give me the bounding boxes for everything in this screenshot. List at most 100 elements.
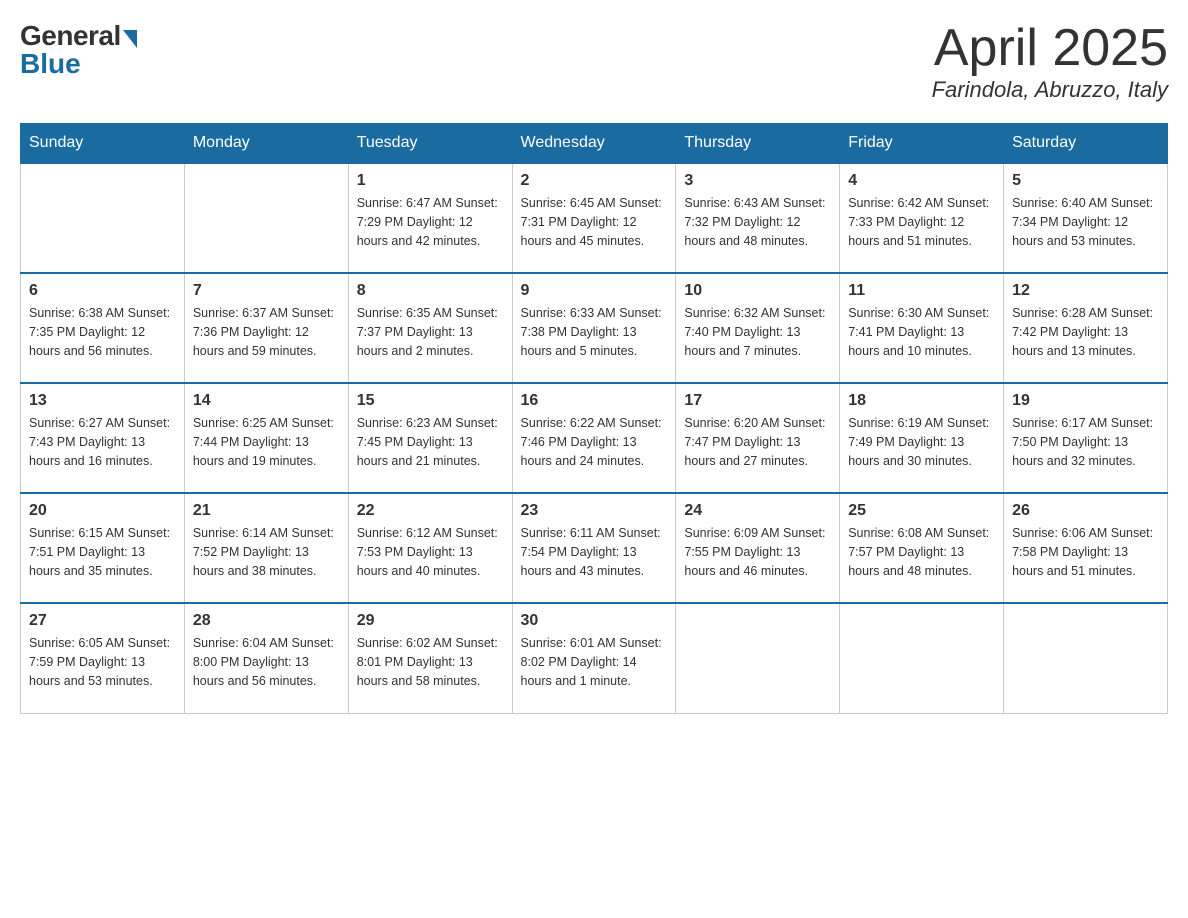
- location-title: Farindola, Abruzzo, Italy: [932, 77, 1168, 103]
- calendar-table: SundayMondayTuesdayWednesdayThursdayFrid…: [20, 123, 1168, 714]
- day-number: 11: [848, 282, 995, 300]
- day-info: Sunrise: 6:12 AM Sunset: 7:53 PM Dayligh…: [357, 524, 504, 580]
- day-of-week-header: Wednesday: [512, 124, 676, 164]
- calendar-cell: 16 Sunrise: 6:22 AM Sunset: 7:46 PM Dayli…: [512, 383, 676, 493]
- day-number: 25: [848, 502, 995, 520]
- week-row: 20 Sunrise: 6:15 AM Sunset: 7:51 PM Dayli…: [21, 493, 1168, 603]
- day-info: Sunrise: 6:19 AM Sunset: 7:49 PM Dayligh…: [848, 414, 995, 470]
- week-row: 13Sunrise: 6:27 AM Sunset: 7:43 PM Dayli…: [21, 383, 1168, 493]
- calendar-cell: [676, 603, 840, 713]
- day-number: 22: [357, 502, 504, 520]
- calendar-cell: 1Sunrise: 6:47 AM Sunset: 7:29 PM Daylig…: [348, 163, 512, 273]
- day-number: 29: [357, 612, 504, 630]
- month-title: April 2025: [932, 20, 1168, 77]
- calendar-cell: [184, 163, 348, 273]
- calendar-cell: 10 Sunrise: 6:32 AM Sunset: 7:40 PM Dayli…: [676, 273, 840, 383]
- calendar-cell: 11 Sunrise: 6:30 AM Sunset: 7:41 PM Dayli…: [840, 273, 1004, 383]
- calendar-cell: 28 Sunrise: 6:04 AM Sunset: 8:00 PM Dayli…: [184, 603, 348, 713]
- calendar-cell: 7Sunrise: 6:37 AM Sunset: 7:36 PM Daylig…: [184, 273, 348, 383]
- calendar-cell: 29 Sunrise: 6:02 AM Sunset: 8:01 PM Dayli…: [348, 603, 512, 713]
- day-number: 30: [521, 612, 668, 630]
- calendar-cell: 2 Sunrise: 6:45 AM Sunset: 7:31 PM Daylig…: [512, 163, 676, 273]
- day-info: Sunrise: 6:02 AM Sunset: 8:01 PM Dayligh…: [357, 634, 504, 690]
- day-number: 6: [29, 282, 176, 300]
- calendar-cell: 27 Sunrise: 6:05 AM Sunset: 7:59 PM Dayli…: [21, 603, 185, 713]
- day-info: Sunrise: 6:45 AM Sunset: 7:31 PM Dayligh…: [521, 194, 668, 250]
- day-info: Sunrise: 6:05 AM Sunset: 7:59 PM Dayligh…: [29, 634, 176, 690]
- calendar-cell: 3Sunrise: 6:43 AM Sunset: 7:32 PM Daylig…: [676, 163, 840, 273]
- day-number: 26: [1012, 502, 1159, 520]
- logo-arrow-icon: [123, 30, 137, 48]
- day-info: Sunrise: 6:25 AM Sunset: 7:44 PM Dayligh…: [193, 414, 340, 470]
- day-info: Sunrise: 6:28 AM Sunset: 7:42 PM Dayligh…: [1012, 304, 1159, 360]
- calendar-cell: 19 Sunrise: 6:17 AM Sunset: 7:50 PM Dayli…: [1004, 383, 1168, 493]
- days-header-row: SundayMondayTuesdayWednesdayThursdayFrid…: [21, 124, 1168, 164]
- day-number: 17: [684, 392, 831, 410]
- calendar-cell: 4Sunrise: 6:42 AM Sunset: 7:33 PM Daylig…: [840, 163, 1004, 273]
- day-info: Sunrise: 6:20 AM Sunset: 7:47 PM Dayligh…: [684, 414, 831, 470]
- calendar-cell: 21 Sunrise: 6:14 AM Sunset: 7:52 PM Dayli…: [184, 493, 348, 603]
- calendar-cell: 9 Sunrise: 6:33 AM Sunset: 7:38 PM Daylig…: [512, 273, 676, 383]
- day-of-week-header: Saturday: [1004, 124, 1168, 164]
- day-info: Sunrise: 6:14 AM Sunset: 7:52 PM Dayligh…: [193, 524, 340, 580]
- calendar-cell: 15Sunrise: 6:23 AM Sunset: 7:45 PM Dayli…: [348, 383, 512, 493]
- day-info: Sunrise: 6:33 AM Sunset: 7:38 PM Dayligh…: [521, 304, 668, 360]
- day-of-week-header: Sunday: [21, 124, 185, 164]
- day-number: 19: [1012, 392, 1159, 410]
- day-number: 21: [193, 502, 340, 520]
- day-number: 20: [29, 502, 176, 520]
- day-info: Sunrise: 6:15 AM Sunset: 7:51 PM Dayligh…: [29, 524, 176, 580]
- day-info: Sunrise: 6:42 AM Sunset: 7:33 PM Dayligh…: [848, 194, 995, 250]
- logo: General Blue: [20, 20, 137, 80]
- calendar-cell: 24Sunrise: 6:09 AM Sunset: 7:55 PM Dayli…: [676, 493, 840, 603]
- calendar-cell: [1004, 603, 1168, 713]
- day-number: 10: [684, 282, 831, 300]
- day-of-week-header: Thursday: [676, 124, 840, 164]
- day-number: 24: [684, 502, 831, 520]
- calendar-cell: 25 Sunrise: 6:08 AM Sunset: 7:57 PM Dayli…: [840, 493, 1004, 603]
- day-info: Sunrise: 6:40 AM Sunset: 7:34 PM Dayligh…: [1012, 194, 1159, 250]
- week-row: 6 Sunrise: 6:38 AM Sunset: 7:35 PM Daylig…: [21, 273, 1168, 383]
- day-info: Sunrise: 6:22 AM Sunset: 7:46 PM Dayligh…: [521, 414, 668, 470]
- calendar-cell: 22 Sunrise: 6:12 AM Sunset: 7:53 PM Dayli…: [348, 493, 512, 603]
- day-number: 5: [1012, 172, 1159, 190]
- day-of-week-header: Monday: [184, 124, 348, 164]
- page-header: General Blue April 2025 Farindola, Abruz…: [20, 20, 1168, 103]
- calendar-cell: 17 Sunrise: 6:20 AM Sunset: 7:47 PM Dayli…: [676, 383, 840, 493]
- day-info: Sunrise: 6:47 AM Sunset: 7:29 PM Dayligh…: [357, 194, 504, 250]
- day-number: 9: [521, 282, 668, 300]
- day-number: 8: [357, 282, 504, 300]
- day-of-week-header: Tuesday: [348, 124, 512, 164]
- calendar-cell: 14 Sunrise: 6:25 AM Sunset: 7:44 PM Dayli…: [184, 383, 348, 493]
- calendar-cell: 8Sunrise: 6:35 AM Sunset: 7:37 PM Daylig…: [348, 273, 512, 383]
- week-row: 1Sunrise: 6:47 AM Sunset: 7:29 PM Daylig…: [21, 163, 1168, 273]
- day-info: Sunrise: 6:32 AM Sunset: 7:40 PM Dayligh…: [684, 304, 831, 360]
- day-number: 14: [193, 392, 340, 410]
- week-row: 27 Sunrise: 6:05 AM Sunset: 7:59 PM Dayli…: [21, 603, 1168, 713]
- day-number: 16: [521, 392, 668, 410]
- calendar-cell: 5 Sunrise: 6:40 AM Sunset: 7:34 PM Daylig…: [1004, 163, 1168, 273]
- day-info: Sunrise: 6:38 AM Sunset: 7:35 PM Dayligh…: [29, 304, 176, 360]
- day-number: 2: [521, 172, 668, 190]
- calendar-cell: 20 Sunrise: 6:15 AM Sunset: 7:51 PM Dayli…: [21, 493, 185, 603]
- logo-blue-text: Blue: [20, 48, 81, 80]
- day-number: 27: [29, 612, 176, 630]
- day-number: 12: [1012, 282, 1159, 300]
- day-info: Sunrise: 6:23 AM Sunset: 7:45 PM Dayligh…: [357, 414, 504, 470]
- day-number: 7: [193, 282, 340, 300]
- day-number: 28: [193, 612, 340, 630]
- day-info: Sunrise: 6:11 AM Sunset: 7:54 PM Dayligh…: [521, 524, 668, 580]
- calendar-cell: 23Sunrise: 6:11 AM Sunset: 7:54 PM Dayli…: [512, 493, 676, 603]
- day-info: Sunrise: 6:27 AM Sunset: 7:43 PM Dayligh…: [29, 414, 176, 470]
- calendar-cell: [840, 603, 1004, 713]
- day-info: Sunrise: 6:01 AM Sunset: 8:02 PM Dayligh…: [521, 634, 668, 690]
- day-info: Sunrise: 6:04 AM Sunset: 8:00 PM Dayligh…: [193, 634, 340, 690]
- calendar-cell: 26Sunrise: 6:06 AM Sunset: 7:58 PM Dayli…: [1004, 493, 1168, 603]
- day-info: Sunrise: 6:30 AM Sunset: 7:41 PM Dayligh…: [848, 304, 995, 360]
- day-number: 3: [684, 172, 831, 190]
- day-info: Sunrise: 6:17 AM Sunset: 7:50 PM Dayligh…: [1012, 414, 1159, 470]
- calendar-cell: 6 Sunrise: 6:38 AM Sunset: 7:35 PM Daylig…: [21, 273, 185, 383]
- day-info: Sunrise: 6:08 AM Sunset: 7:57 PM Dayligh…: [848, 524, 995, 580]
- calendar-cell: 18Sunrise: 6:19 AM Sunset: 7:49 PM Dayli…: [840, 383, 1004, 493]
- title-section: April 2025 Farindola, Abruzzo, Italy: [932, 20, 1168, 103]
